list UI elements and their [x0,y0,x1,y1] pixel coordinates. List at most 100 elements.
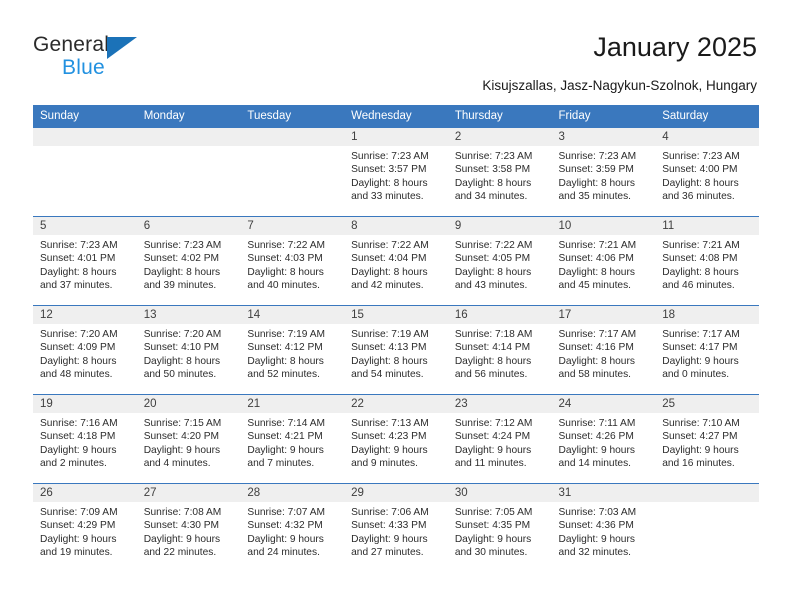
calendar-day-cell[interactable]: 2 Sunrise: 7:23 AM Sunset: 3:58 PM Daylight… [447,127,552,217]
day-number: 5 [33,217,137,235]
day-details: Sunrise: 7:17 AM Sunset: 4:17 PM Daylight:… [655,324,759,382]
daylight-duration-line2: and 46 minutes. [662,280,735,292]
day-number [33,128,137,146]
sunset-time: Sunset: 4:20 PM [143,431,220,443]
calendar-body: 1 Sunrise: 7:23 AM Sunset: 3:57 PM Daylight… [33,127,759,573]
calendar-day-cell[interactable]: 7 Sunrise: 7:22 AM Sunset: 4:03 PM Daylight… [240,216,345,306]
calendar-day-cell[interactable]: 28 Sunrise: 7:07 AM Sunset: 4:32 PM Dayligh… [240,483,345,573]
day-number: 16 [447,306,552,324]
calendar-day-cell[interactable]: 15 Sunrise: 7:19 AM Sunset: 4:13 PM Dayligh… [344,305,448,395]
day-number: 7 [240,217,345,235]
calendar-day-cell[interactable]: 12 Sunrise: 7:20 AM Sunset: 4:09 PM Dayligh… [33,305,137,395]
sunrise-sunset-calendar: Sunday Monday Tuesday Wednesday Thursday… [33,105,759,573]
calendar-day-cell[interactable]: 31 Sunrise: 7:03 AM Sunset: 4:36 PM Dayligh… [551,483,656,573]
sunset-time: Sunset: 4:35 PM [454,520,531,532]
day-details: Sunrise: 7:08 AM Sunset: 4:30 PM Daylight:… [137,502,241,560]
day-number [655,484,759,502]
daylight-duration-line2: and 0 minutes. [662,369,730,381]
day-number: 29 [344,484,448,502]
calendar-day-cell[interactable]: 29 Sunrise: 7:06 AM Sunset: 4:33 PM Dayligh… [344,483,448,573]
day-number: 18 [655,306,759,324]
daylight-duration-line2: and 19 minutes. [40,547,113,559]
calendar-day-cell[interactable]: 5 Sunrise: 7:23 AM Sunset: 4:01 PM Daylight… [33,216,137,306]
calendar-day-cell[interactable]: 3 Sunrise: 7:23 AM Sunset: 3:59 PM Daylight… [551,127,656,217]
sunrise-time: Sunrise: 7:03 AM [558,507,637,518]
sunrise-time: Sunrise: 7:15 AM [143,418,222,429]
daylight-duration-line2: and 58 minutes. [558,369,632,381]
daylight-duration-line1: Daylight: 8 hours [40,355,117,367]
sunset-time: Sunset: 4:29 PM [40,520,116,532]
calendar-day-cell[interactable]: 25 Sunrise: 7:10 AM Sunset: 4:27 PM Dayligh… [655,394,759,484]
daylight-duration-line2: and 34 minutes. [454,191,528,203]
daylight-duration-line2: and 2 minutes. [40,458,107,470]
daylight-duration-line2: and 43 minutes. [454,280,528,292]
day-details: Sunrise: 7:03 AM Sunset: 4:36 PM Daylight:… [552,502,656,560]
sunset-time: Sunset: 4:02 PM [143,253,220,265]
calendar-day-cell[interactable]: 16 Sunrise: 7:18 AM Sunset: 4:14 PM Dayligh… [447,305,552,395]
sunrise-time: Sunrise: 7:09 AM [40,507,118,518]
day-details: Sunrise: 7:20 AM Sunset: 4:10 PM Daylight:… [137,324,241,382]
calendar-week-row: 19 Sunrise: 7:16 AM Sunset: 4:18 PM Dayligh… [33,394,759,484]
sunrise-time: Sunrise: 7:23 AM [558,151,637,162]
day-number: 13 [136,306,241,324]
day-details: Sunrise: 7:15 AM Sunset: 4:20 PM Daylight:… [137,413,241,471]
day-number: 25 [655,395,759,413]
sunset-time: Sunset: 3:59 PM [558,164,634,176]
calendar-day-cell[interactable]: 18 Sunrise: 7:17 AM Sunset: 4:17 PM Dayligh… [655,305,759,395]
calendar-day-cell[interactable]: 10 Sunrise: 7:21 AM Sunset: 4:06 PM Dayligh… [551,216,656,306]
daylight-duration-line2: and 7 minutes. [247,458,315,470]
day-details: Sunrise: 7:10 AM Sunset: 4:27 PM Daylight:… [655,413,759,471]
day-details: Sunrise: 7:09 AM Sunset: 4:29 PM Daylight:… [33,502,137,560]
calendar-day-cell[interactable]: 21 Sunrise: 7:14 AM Sunset: 4:21 PM Dayligh… [240,394,345,484]
day-details: Sunrise: 7:16 AM Sunset: 4:18 PM Daylight:… [33,413,137,471]
day-number: 17 [551,306,656,324]
daylight-duration-line1: Daylight: 9 hours [351,533,428,545]
daylight-duration-line2: and 48 minutes. [40,369,113,381]
daylight-duration-line1: Daylight: 9 hours [662,444,739,456]
daylight-duration-line1: Daylight: 9 hours [143,444,221,456]
calendar-day-cell[interactable]: 4 Sunrise: 7:23 AM Sunset: 4:00 PM Daylight… [655,127,759,217]
daylight-duration-line2: and 42 minutes. [351,280,424,292]
calendar-day-cell[interactable]: 26 Sunrise: 7:09 AM Sunset: 4:29 PM Dayligh… [33,483,137,573]
daylight-duration-line1: Daylight: 8 hours [454,355,532,367]
daylight-duration-line1: Daylight: 8 hours [558,266,635,278]
calendar-day-cell[interactable]: 23 Sunrise: 7:12 AM Sunset: 4:24 PM Dayligh… [447,394,552,484]
calendar-day-cell[interactable]: 22 Sunrise: 7:13 AM Sunset: 4:23 PM Dayligh… [344,394,448,484]
sunrise-time: Sunrise: 7:18 AM [454,329,533,340]
sunrise-time: Sunrise: 7:22 AM [454,240,533,251]
calendar-day-cell[interactable]: 9 Sunrise: 7:22 AM Sunset: 4:05 PM Daylight… [447,216,552,306]
sunrise-time: Sunrise: 7:23 AM [662,151,740,162]
calendar-day-cell[interactable]: 1 Sunrise: 7:23 AM Sunset: 3:57 PM Daylight… [344,127,448,217]
sunset-time: Sunset: 4:13 PM [351,342,427,354]
calendar-day-cell[interactable]: 17 Sunrise: 7:17 AM Sunset: 4:16 PM Dayligh… [551,305,656,395]
calendar-day-cell[interactable]: 6 Sunrise: 7:23 AM Sunset: 4:02 PM Daylight… [136,216,241,306]
day-details: Sunrise: 7:14 AM Sunset: 4:21 PM Daylight:… [240,413,344,471]
sunrise-time: Sunrise: 7:12 AM [454,418,533,429]
calendar-day-cell[interactable]: 8 Sunrise: 7:22 AM Sunset: 4:04 PM Daylight… [344,216,448,306]
sunrise-time: Sunrise: 7:23 AM [351,151,429,162]
calendar-day-cell[interactable]: 24 Sunrise: 7:11 AM Sunset: 4:26 PM Dayligh… [551,394,656,484]
calendar-day-cell[interactable]: 11 Sunrise: 7:21 AM Sunset: 4:08 PM Dayligh… [655,216,759,306]
calendar-day-cell[interactable]: 19 Sunrise: 7:16 AM Sunset: 4:18 PM Dayligh… [33,394,137,484]
calendar-day-cell[interactable]: 27 Sunrise: 7:08 AM Sunset: 4:30 PM Dayligh… [136,483,241,573]
daylight-duration-line1: Daylight: 8 hours [454,177,532,189]
general-blue-logo[interactable]: General Blue [33,33,223,81]
calendar-day-cell[interactable]: 14 Sunrise: 7:19 AM Sunset: 4:12 PM Dayligh… [240,305,345,395]
sunset-time: Sunset: 3:57 PM [351,164,427,176]
sunrise-time: Sunrise: 7:22 AM [247,240,325,251]
daylight-duration-line1: Daylight: 8 hours [351,177,428,189]
day-details: Sunrise: 7:05 AM Sunset: 4:35 PM Daylight:… [448,502,552,560]
weekday-header-tuesday: Tuesday [240,105,345,128]
calendar-day-cell[interactable]: 30 Sunrise: 7:05 AM Sunset: 4:35 PM Dayligh… [447,483,552,573]
daylight-duration-line2: and 35 minutes. [558,191,632,203]
weekday-header-sunday: Sunday [33,105,137,128]
calendar-day-cell[interactable]: 20 Sunrise: 7:15 AM Sunset: 4:20 PM Dayligh… [136,394,241,484]
day-number: 8 [344,217,448,235]
day-details: Sunrise: 7:23 AM Sunset: 4:00 PM Daylight:… [655,146,759,204]
calendar-day-cell[interactable]: 13 Sunrise: 7:20 AM Sunset: 4:10 PM Dayligh… [136,305,241,395]
weekday-header-saturday: Saturday [655,105,759,128]
sunrise-time: Sunrise: 7:20 AM [143,329,222,340]
day-number: 12 [33,306,137,324]
day-details: Sunrise: 7:22 AM Sunset: 4:04 PM Daylight:… [344,235,448,293]
sunset-time: Sunset: 4:00 PM [662,164,738,176]
